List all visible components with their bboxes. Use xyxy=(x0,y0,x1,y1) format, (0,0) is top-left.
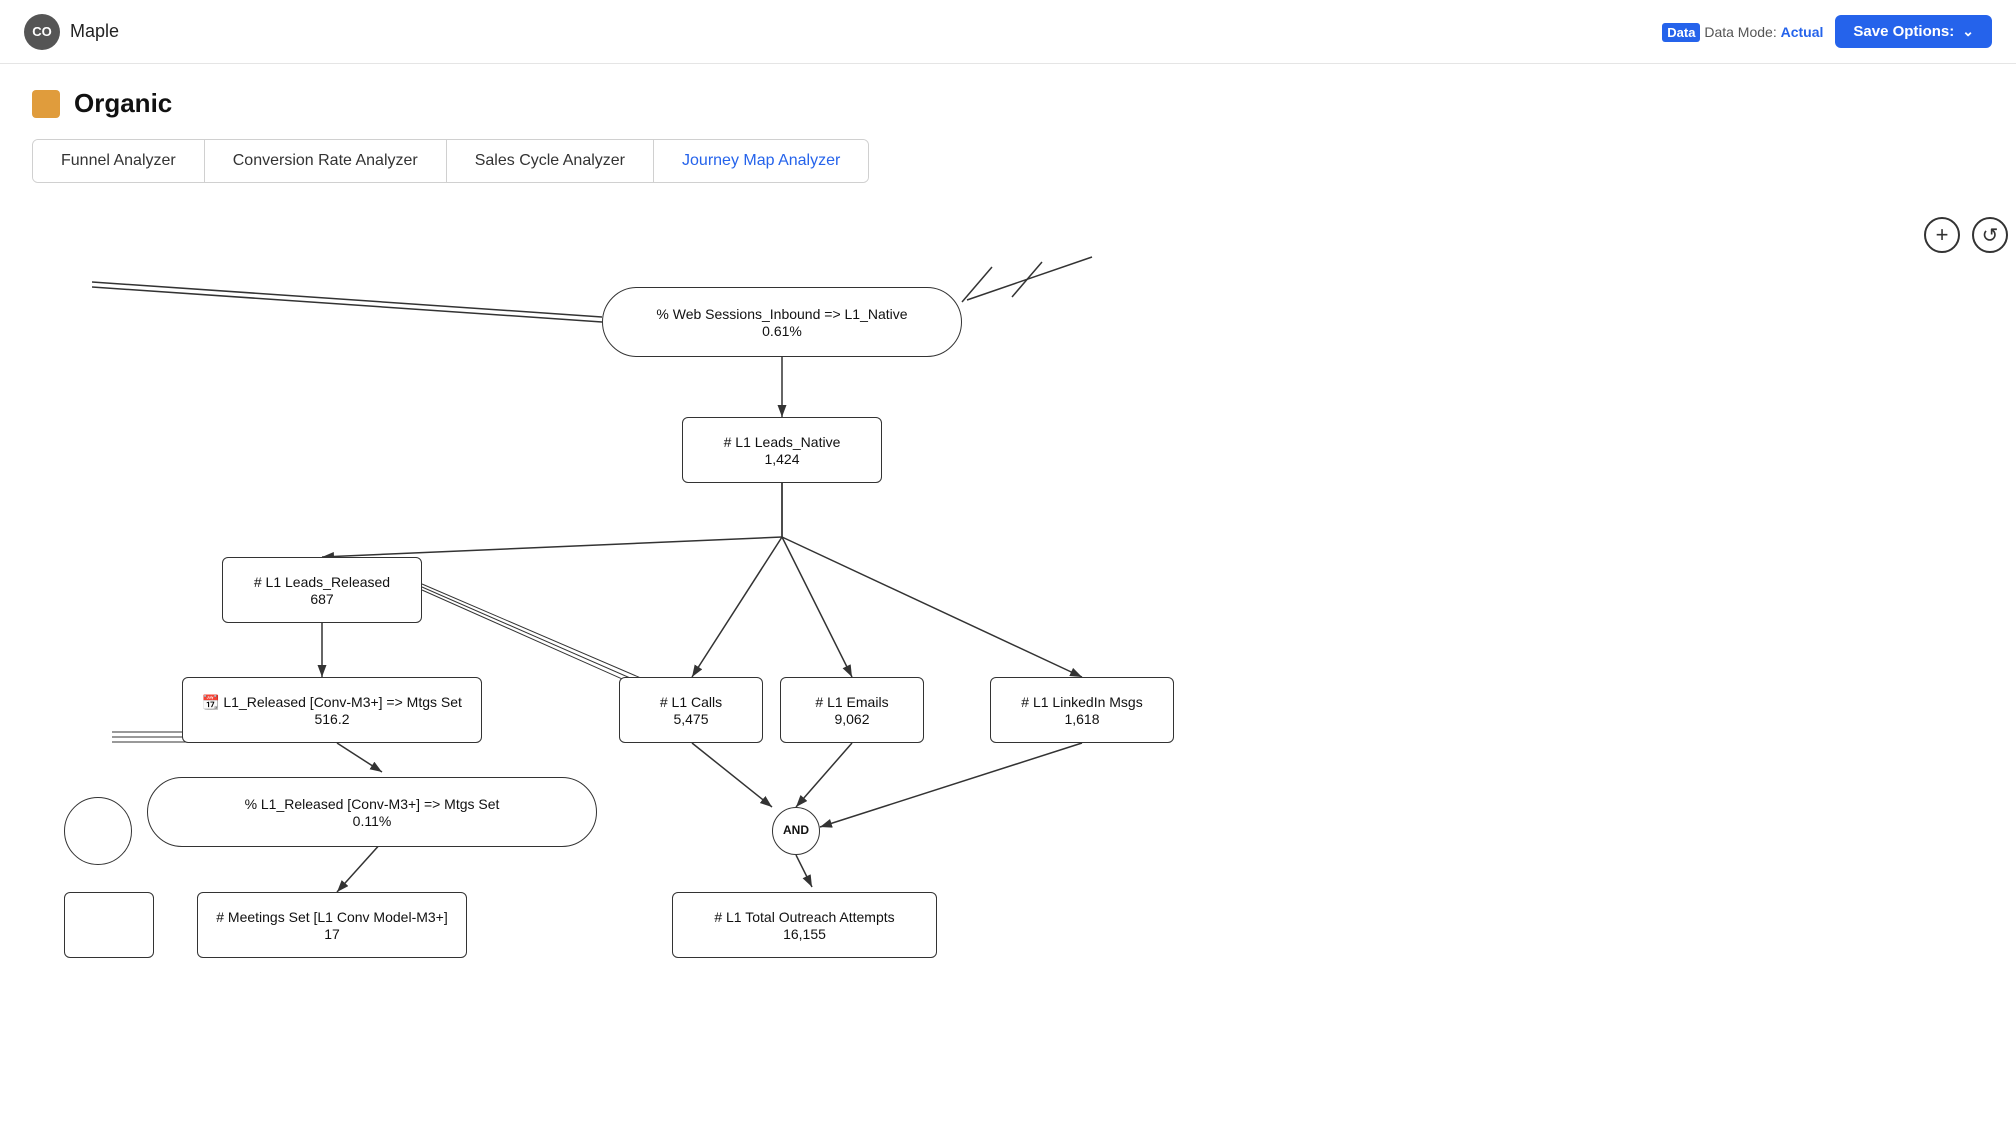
data-mode-label: Data Data Mode: Actual xyxy=(1662,24,1823,40)
tab-conversion[interactable]: Conversion Rate Analyzer xyxy=(205,140,447,182)
section-color-block xyxy=(32,90,60,118)
tab-funnel[interactable]: Funnel Analyzer xyxy=(33,140,205,182)
node-web-sessions-label: % Web Sessions_Inbound => L1_Native xyxy=(656,305,907,323)
tab-bar: Funnel Analyzer Conversion Rate Analyzer… xyxy=(32,139,869,183)
zoom-in-button[interactable]: + xyxy=(1924,217,1960,253)
logo-area: CO Maple xyxy=(24,14,119,50)
node-l1-leads-native-label: # L1 Leads_Native xyxy=(724,433,841,451)
node-l1-released-conv-label: 📆 L1_Released [Conv-M3+] => Mtgs Set xyxy=(202,693,462,711)
save-options-button[interactable]: Save Options: ⌄ xyxy=(1835,15,1992,48)
app-name: Maple xyxy=(70,21,119,42)
node-l1-total-outreach-value: 16,155 xyxy=(783,926,826,942)
header-right: Data Data Mode: Actual Save Options: ⌄ xyxy=(1662,15,1992,48)
node-l1-calls[interactable]: # L1 Calls 5,475 xyxy=(619,677,763,743)
node-meetings-set[interactable]: # Meetings Set [L1 Conv Model-M3+] 17 xyxy=(197,892,467,958)
node-l1-total-outreach-label: # L1 Total Outreach Attempts xyxy=(714,908,894,926)
node-l1-leads-native-value: 1,424 xyxy=(764,451,799,467)
node-l1-released-conv-value: 516.2 xyxy=(314,711,349,727)
node-and[interactable]: AND xyxy=(772,807,820,855)
node-l1-linkedin-value: 1,618 xyxy=(1064,711,1099,727)
chevron-down-icon: ⌄ xyxy=(1962,23,1974,40)
data-mode-value: Actual xyxy=(1781,24,1824,40)
node-l1-leads-released-value: 687 xyxy=(310,591,333,607)
node-meetings-set-label: # Meetings Set [L1 Conv Model-M3+] xyxy=(216,908,448,926)
node-l1-calls-value: 5,475 xyxy=(673,711,708,727)
node-pct-l1-released-conv[interactable]: % L1_Released [Conv-M3+] => Mtgs Set 0.1… xyxy=(147,777,597,847)
node-l1-leads-released[interactable]: # L1 Leads_Released 687 xyxy=(222,557,422,623)
node-partial-left-top xyxy=(64,797,132,865)
node-l1-leads-native[interactable]: # L1 Leads_Native 1,424 xyxy=(682,417,882,483)
page-content: Organic Funnel Analyzer Conversion Rate … xyxy=(0,64,2016,183)
node-pct-l1-released-conv-label: % L1_Released [Conv-M3+] => Mtgs Set xyxy=(245,795,500,813)
app-header: CO Maple Data Data Mode: Actual Save Opt… xyxy=(0,0,2016,64)
node-l1-linkedin[interactable]: # L1 LinkedIn Msgs 1,618 xyxy=(990,677,1174,743)
node-l1-emails-value: 9,062 xyxy=(834,711,869,727)
node-web-sessions[interactable]: % Web Sessions_Inbound => L1_Native 0.61… xyxy=(602,287,962,357)
node-meetings-set-value: 17 xyxy=(324,926,340,942)
journey-map-canvas: + ↺ xyxy=(32,207,2016,987)
node-l1-calls-label: # L1 Calls xyxy=(660,693,722,711)
tab-journey-map[interactable]: Journey Map Analyzer xyxy=(654,140,868,182)
section-title: Organic xyxy=(74,88,172,119)
zoom-reset-button[interactable]: ↺ xyxy=(1972,217,2008,253)
node-web-sessions-value: 0.61% xyxy=(762,323,802,339)
node-l1-linkedin-label: # L1 LinkedIn Msgs xyxy=(1021,693,1142,711)
node-l1-leads-released-label: # L1 Leads_Released xyxy=(254,573,390,591)
data-highlight: Data xyxy=(1662,23,1700,42)
node-l1-emails[interactable]: # L1 Emails 9,062 xyxy=(780,677,924,743)
node-l1-emails-label: # L1 Emails xyxy=(815,693,888,711)
node-pct-l1-released-conv-value: 0.11% xyxy=(353,813,392,829)
app-logo: CO xyxy=(24,14,60,50)
zoom-controls: + ↺ xyxy=(1924,217,2008,253)
node-and-label: AND xyxy=(783,823,809,839)
node-l1-released-conv[interactable]: 📆 L1_Released [Conv-M3+] => Mtgs Set 516… xyxy=(182,677,482,743)
node-partial-left-bottom xyxy=(64,892,154,958)
node-l1-total-outreach[interactable]: # L1 Total Outreach Attempts 16,155 xyxy=(672,892,937,958)
tab-sales-cycle[interactable]: Sales Cycle Analyzer xyxy=(447,140,654,182)
section-header: Organic xyxy=(32,88,1984,119)
flow-diagram: % Web Sessions_Inbound => L1_Native 0.61… xyxy=(92,227,1442,987)
